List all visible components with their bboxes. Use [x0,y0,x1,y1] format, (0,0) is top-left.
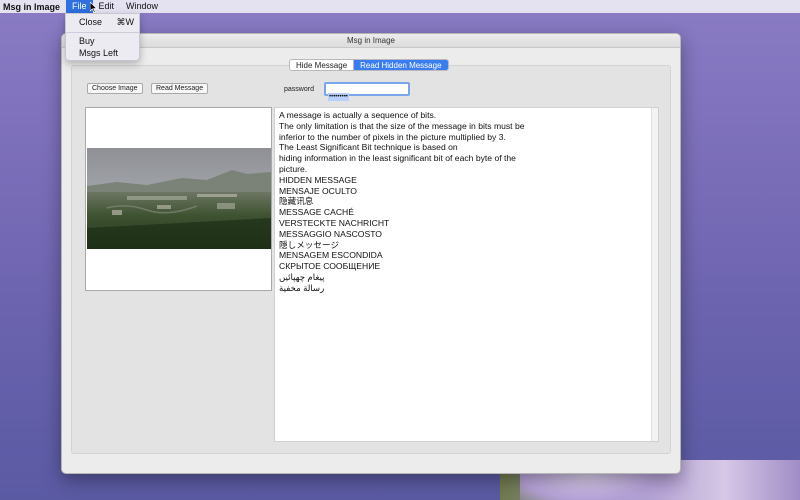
message-line: picture. [279,163,308,174]
menu-item-msgs-left[interactable]: Msgs Left [79,48,118,58]
landscape-photo [87,148,271,249]
message-line: پیغام چھپائیں [279,271,325,282]
message-text-view[interactable]: A message is actually a sequence of bits… [274,107,659,442]
tab-hide-message[interactable]: Hide Message [290,60,353,70]
tab-read-hidden-message[interactable]: Read Hidden Message [353,60,448,70]
choose-image-button[interactable]: Choose Image [87,83,143,94]
app-menu-name[interactable]: Msg in Image [0,2,66,12]
menu-separator [66,32,139,33]
menu-bar: Msg in Image File Edit Window [0,0,800,13]
message-line: رسالة مخفية [279,282,325,293]
message-line: VERSTECKTE NACHRICHT [279,217,390,228]
message-line: inferior to the number of pixels in the … [279,131,506,142]
menu-item-buy[interactable]: Buy [79,36,95,46]
mode-segmented-control: Hide Message Read Hidden Message [289,59,449,71]
vertical-scrollbar[interactable] [651,108,658,441]
message-line: MESSAGGIO NASCOSTO [279,228,382,239]
message-line: MENSAJE OCULTO [279,185,357,196]
password-field[interactable]: ••••••••• [324,82,410,101]
window-title: Msg in Image [62,34,680,48]
menu-item-close[interactable]: Close [79,17,102,27]
read-message-button[interactable]: Read Message [151,83,209,94]
close-shortcut-label: ⌘W [116,17,135,27]
message-line: The only limitation is that the size of … [279,120,525,131]
file-menu-dropdown: Close ⌘W Buy Msgs Left [65,13,140,61]
message-line: 隐藏讯息 [279,196,314,207]
message-line: СКРЫТОЕ СООБЩЕНИЕ [279,261,381,272]
message-line: A message is actually a sequence of bits… [279,110,437,120]
message-line: MESSAGE CACHÉ [279,207,354,218]
main-window: Msg in Image Hide Message Read Hidden Me… [61,33,681,474]
message-line: hiding information in the least signific… [279,153,516,164]
mouse-pointer-icon [90,2,98,13]
menu-window[interactable]: Window [120,0,164,13]
menu-file[interactable]: File [66,0,93,13]
message-line: HIDDEN MESSAGE [279,174,357,185]
message-line: MENSAGEM ESCONDIDA [279,250,383,261]
password-label: password [284,86,314,93]
password-value: ••••••••• [328,93,349,101]
message-lines: A message is actually a sequence of bits… [279,110,654,294]
image-well[interactable] [85,107,272,291]
message-line: The Least Significant Bit technique is b… [279,142,458,153]
message-line: 隠しメッセージ [279,239,339,250]
